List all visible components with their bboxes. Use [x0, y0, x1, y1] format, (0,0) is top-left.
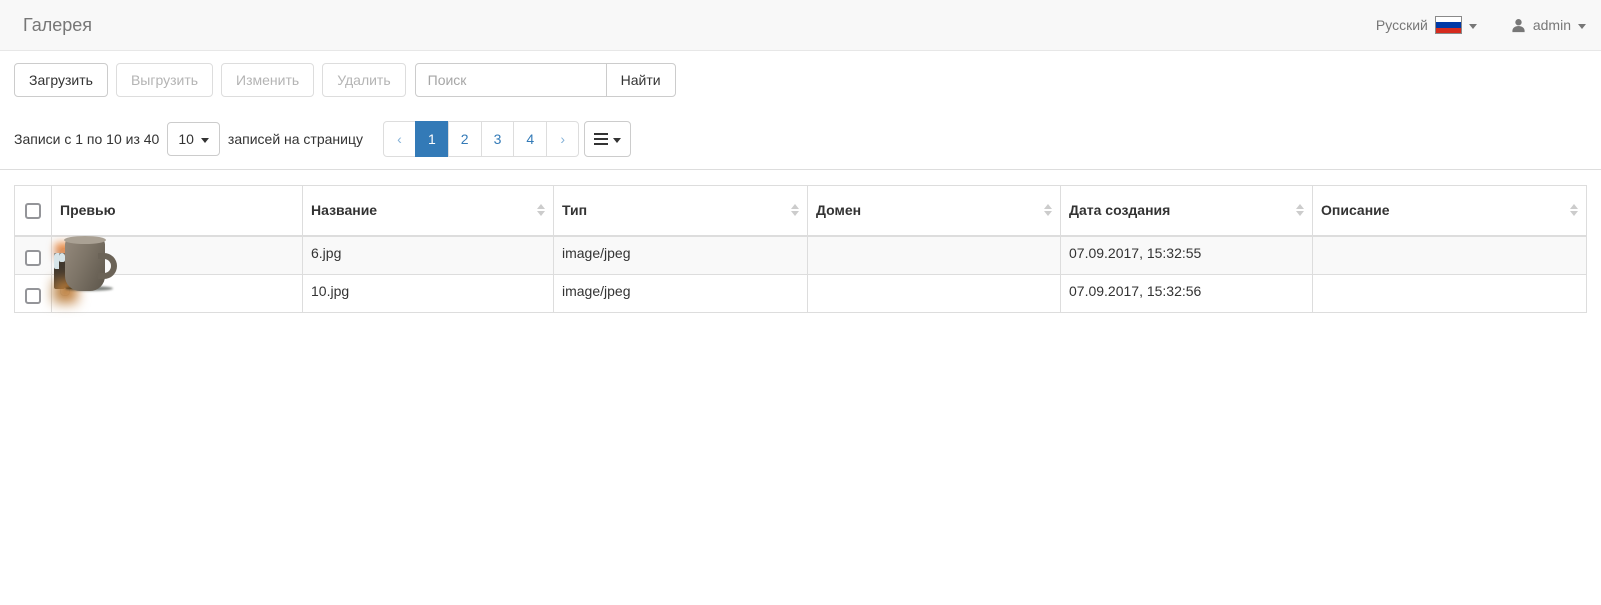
sort-icon	[537, 204, 545, 216]
page-title: Галерея	[23, 15, 92, 36]
column-header-created[interactable]: Дата создания	[1061, 186, 1313, 236]
column-label: Дата создания	[1069, 202, 1170, 218]
column-label: Домен	[816, 202, 861, 218]
username-label: admin	[1533, 17, 1571, 33]
divider	[0, 169, 1601, 170]
caret-down-icon	[613, 138, 621, 143]
column-header-domain[interactable]: Домен	[808, 186, 1061, 236]
column-header-description[interactable]: Описание	[1313, 186, 1587, 236]
russia-flag-icon	[1435, 16, 1462, 34]
edit-button[interactable]: Изменить	[221, 63, 314, 97]
pagination: ‹ 1 2 3 4 ›	[383, 121, 579, 157]
row-checkbox-cell	[15, 236, 52, 275]
search-group: Найти	[415, 63, 676, 97]
upload-button[interactable]: Загрузить	[14, 63, 108, 97]
row-checkbox[interactable]	[25, 250, 41, 266]
row-checkbox[interactable]	[25, 288, 41, 304]
next-page-button[interactable]: ›	[546, 121, 579, 157]
gallery-table: Превью Название Тип Домен Дата создания …	[14, 185, 1587, 313]
toolbar: Загрузить Выгрузить Изменить Удалить Най…	[14, 63, 1587, 97]
select-all-checkbox[interactable]	[25, 203, 41, 219]
thumbnail-frame	[60, 286, 70, 296]
page-size-select[interactable]: 10	[167, 122, 220, 156]
column-header-type[interactable]: Тип	[554, 186, 808, 236]
export-button[interactable]: Выгрузить	[116, 63, 213, 97]
caret-down-icon	[1469, 24, 1477, 29]
columns-menu-button[interactable]	[584, 121, 631, 157]
sort-icon	[1044, 204, 1052, 216]
column-label: Тип	[562, 202, 587, 218]
type-cell: image/jpeg	[554, 236, 808, 275]
column-header-name[interactable]: Название	[303, 186, 554, 236]
page-button-2[interactable]: 2	[448, 121, 482, 157]
navbar-right: Русский admin	[1376, 16, 1586, 34]
pagination-bar: Записи с 1 по 10 из 40 10 записей на стр…	[14, 121, 1587, 157]
description-cell	[1313, 236, 1587, 275]
sort-icon	[1296, 204, 1304, 216]
name-cell: 6.jpg	[303, 236, 554, 275]
page-button-4[interactable]: 4	[513, 121, 547, 157]
delete-button[interactable]: Удалить	[322, 63, 405, 97]
created-cell: 07.09.2017, 15:32:56	[1061, 274, 1313, 312]
language-dropdown[interactable]: Русский	[1376, 16, 1477, 34]
navbar: Галерея Русский admin	[0, 0, 1601, 51]
search-button[interactable]: Найти	[606, 63, 676, 97]
prev-page-button[interactable]: ‹	[383, 121, 416, 157]
hamburger-icon	[594, 133, 608, 145]
row-checkbox-cell	[15, 274, 52, 312]
page-button-1[interactable]: 1	[415, 121, 449, 157]
user-icon	[1511, 18, 1526, 33]
page-button-3[interactable]: 3	[481, 121, 515, 157]
user-dropdown[interactable]: admin	[1511, 17, 1586, 33]
preview-cell	[52, 274, 303, 312]
created-cell: 07.09.2017, 15:32:55	[1061, 236, 1313, 275]
search-input[interactable]	[415, 63, 607, 97]
table-row: 10.jpg image/jpeg 07.09.2017, 15:32:56	[15, 274, 1587, 312]
column-header-preview: Превью	[52, 186, 303, 236]
caret-down-icon	[201, 138, 209, 143]
table-header-row: Превью Название Тип Домен Дата создания …	[15, 186, 1587, 236]
caret-down-icon	[1578, 24, 1586, 29]
table-row: 6.jpg image/jpeg 07.09.2017, 15:32:55	[15, 236, 1587, 275]
sort-icon	[1570, 204, 1578, 216]
column-label: Описание	[1321, 202, 1390, 218]
domain-cell	[808, 236, 1061, 275]
sort-icon	[791, 204, 799, 216]
column-label: Превью	[60, 202, 116, 218]
language-label: Русский	[1376, 17, 1428, 33]
records-info: Записи с 1 по 10 из 40	[14, 131, 159, 147]
page-size-value: 10	[178, 131, 194, 147]
description-cell	[1313, 274, 1587, 312]
per-page-label: записей на страницу	[228, 131, 363, 147]
column-label: Название	[311, 202, 377, 218]
domain-cell	[808, 274, 1061, 312]
header-checkbox-cell	[15, 186, 52, 236]
name-cell: 10.jpg	[303, 274, 554, 312]
type-cell: image/jpeg	[554, 274, 808, 312]
